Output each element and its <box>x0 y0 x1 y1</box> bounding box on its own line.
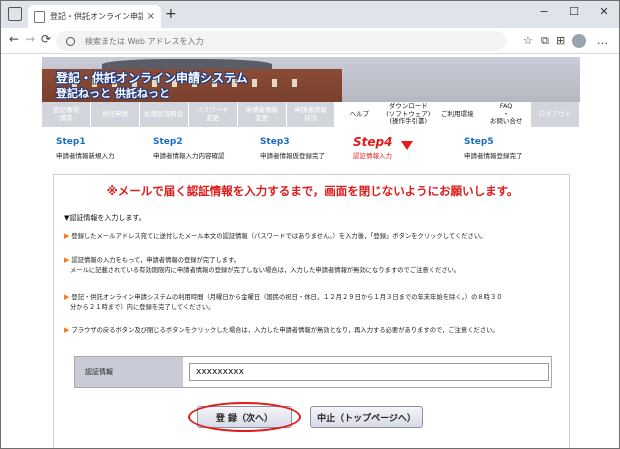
menu-item-9[interactable]: ご利用環境 <box>433 102 483 127</box>
address-toolbar: ← → ⟳ ☆ ⧉ ⊞ … <box>1 28 619 54</box>
address-bar[interactable] <box>56 31 506 51</box>
bullet-arrow-icon: ▶ <box>64 293 70 301</box>
favorite-star-icon[interactable]: ☆ <box>523 34 533 47</box>
menu-item-1[interactable]: 登記事項 請求 <box>42 102 91 127</box>
more-icon[interactable]: … <box>597 34 608 47</box>
tab-bar: 登記・供託オンライン申請システム - × + − ☐ ✕ <box>1 1 619 28</box>
bullet-arrow-icon: ▶ <box>64 326 70 334</box>
avatar[interactable] <box>572 34 586 48</box>
auth-info-input[interactable] <box>189 363 549 381</box>
menu-item-7[interactable]: ヘルプ <box>335 102 385 127</box>
menu-item-8[interactable]: ダウンロード (ソフトウェア) (操作手引書) <box>384 102 434 127</box>
browser-tab[interactable]: 登記・供託オンライン申請システム - × <box>28 5 161 28</box>
menu-item-2[interactable]: 供託申請 <box>90 102 140 127</box>
step-2: Step2 申請者情報入力内容確認 <box>153 137 225 160</box>
maximize-button[interactable]: ☐ <box>559 5 589 18</box>
page-content: 登記・供託オンライン申請システム 登記ねっと 供託ねっと 登記事項 請求 供託申請… <box>1 54 619 448</box>
bullet-1: ▶ 登録したメールアドレス宛てに送付したメール本文の認証情報（パスワードではあり… <box>64 232 487 240</box>
bullet-2: ▶ 認証情報の入力をもって，申請者情報の登録が完了します。 メールに記載されてい… <box>64 256 461 274</box>
tab-title: 登記・供託オンライン申請システム - <box>50 12 143 21</box>
bullet-3: ▶ 登記・供託オンライン申請システムの利用時間（月曜日から金曜日（国民の祝日・休… <box>64 293 503 311</box>
close-window-button[interactable]: ✕ <box>589 5 619 18</box>
menu-item-3[interactable]: 処理状況照会 <box>139 102 189 127</box>
page-favicon-icon <box>34 10 45 23</box>
favorites-bar-icon[interactable]: ⊞ <box>556 34 565 47</box>
search-icon <box>66 36 75 46</box>
highlight-circle <box>188 402 301 432</box>
menu-item-10[interactable]: FAQ ・ お問い合せ <box>482 102 532 127</box>
bullet-arrow-icon: ▶ <box>64 256 70 264</box>
menu-item-6[interactable]: 申請者情報 抹消 <box>286 102 336 127</box>
tab-actions-icon[interactable] <box>8 7 22 21</box>
auth-panel: ※メールで届く認証情報を入力するまで，画面を閉じないようにお願いします。 ▼認証… <box>53 174 570 448</box>
menu-item-11[interactable]: ログアウト <box>531 102 580 127</box>
main-menu: 登記事項 請求 供託申請 処理状況照会 パスワード 変更 申請者情報 変更 申請者情報 抹… <box>42 102 580 127</box>
menu-item-4[interactable]: パスワード 変更 <box>188 102 238 127</box>
cancel-top-button[interactable]: 中止（トップページへ） <box>310 406 423 428</box>
tab-close-icon[interactable]: × <box>147 11 155 22</box>
current-step-arrow-icon <box>401 141 413 150</box>
auth-label: 認証情報 <box>75 357 183 387</box>
warning-message: ※メールで届く認証情報を入力するまで，画面を閉じないようにお願いします。 <box>106 184 519 198</box>
collections-icon[interactable]: ⧉ <box>541 34 549 48</box>
new-tab-button[interactable]: + <box>165 6 177 22</box>
minimize-button[interactable]: − <box>529 5 559 18</box>
auth-form-row: 認証情報 <box>74 356 552 388</box>
step-5: Step5 申請者情報登録完了 <box>464 137 523 160</box>
site-title: 登記・供託オンライン申請システム <box>56 71 248 85</box>
site-subtitle: 登記ねっと 供託ねっと <box>56 87 170 100</box>
address-input[interactable] <box>85 36 385 46</box>
intro-text: ▼認証情報を入力します。 <box>64 214 146 222</box>
step-4-current: Step4 認証情報入力 <box>353 135 393 160</box>
bullet-arrow-icon: ▶ <box>64 232 70 240</box>
browser-window: 登記・供託オンライン申請システム - × + − ☐ ✕ ← → ⟳ ☆ ⧉ ⊞… <box>0 0 620 449</box>
bullet-4: ▶ ブラウザの戻るボタン及び閉じるボタンをクリックした場合は，入力した申請者情報… <box>64 326 499 334</box>
step-1: Step1 申請者情報新規入力 <box>56 137 115 160</box>
menu-item-5[interactable]: 申請者情報 変更 <box>237 102 287 127</box>
step-3: Step3 申請者情報仮登録完了 <box>260 137 325 160</box>
reload-icon[interactable]: ⟳ <box>37 32 55 46</box>
